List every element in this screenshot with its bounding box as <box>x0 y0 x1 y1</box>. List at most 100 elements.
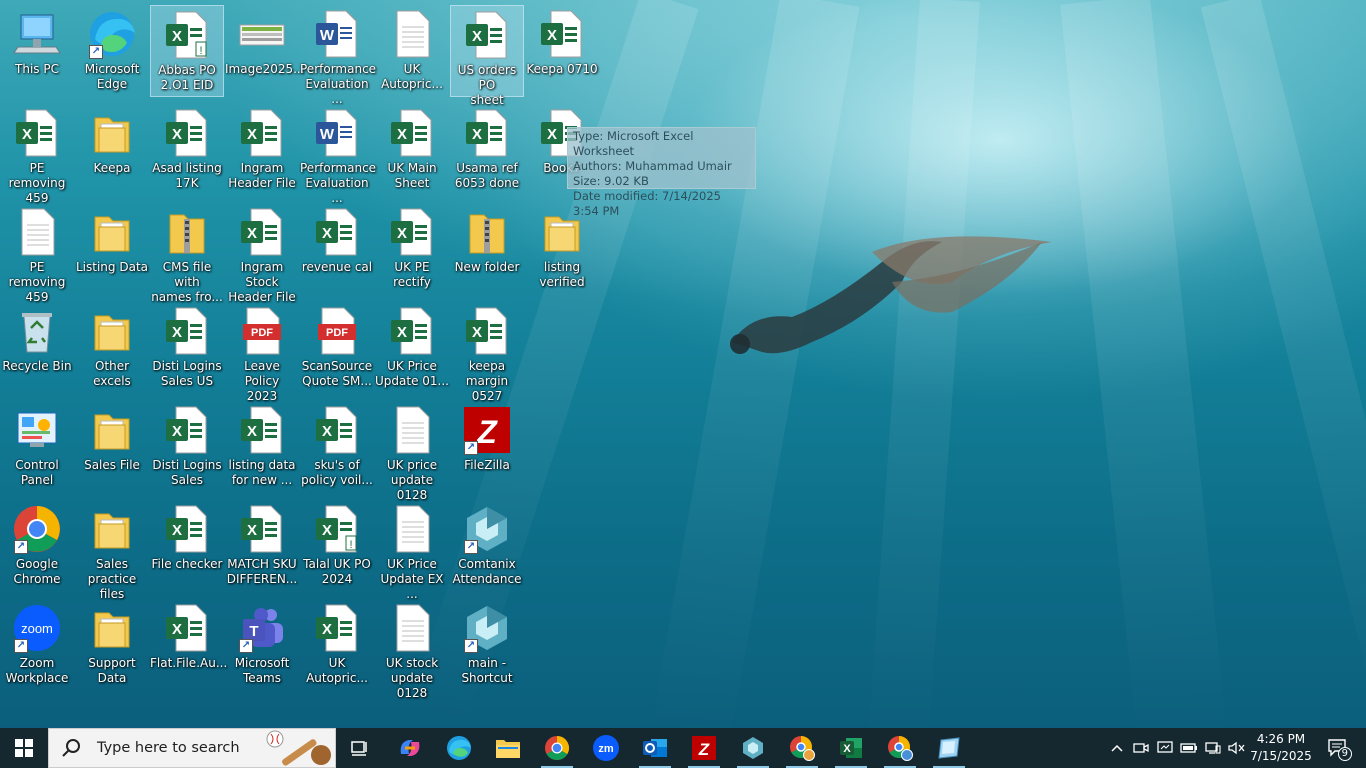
revenue-cal-icon[interactable]: X revenue cal <box>300 203 374 295</box>
uk-autopric-text-icon[interactable]: UK Autopric... <box>375 5 449 97</box>
tray-overflow-button[interactable] <box>1106 728 1128 768</box>
performance-evaluation-word-icon[interactable]: W Performance Evaluation ... <box>300 5 376 106</box>
excel-file-icon: X <box>162 603 212 653</box>
taskbar-file-explorer[interactable] <box>484 728 532 768</box>
microsoft-teams-icon[interactable]: T ↗ Microsoft Teams <box>225 599 299 691</box>
uk-price-update-01-icon[interactable]: X UK Price Update 01... <box>375 302 449 394</box>
abbas-po-icon[interactable]: X! Abbas PO 2.O1 EID <box>150 5 224 97</box>
excel-file-icon: X <box>162 405 212 455</box>
main-shortcut-icon[interactable]: ↗ main - Shortcut <box>450 599 524 691</box>
ingram-header-label: Ingram Header File <box>228 161 296 190</box>
asad-listing-icon[interactable]: X Asad listing 17K <box>150 104 224 196</box>
desktop-wallpaper[interactable]: This PC X PE removing 459 PE removing 45… <box>0 0 1366 728</box>
talal-uk-label: Talal UK PO 2024 <box>303 557 371 586</box>
cms-file-zip-icon[interactable]: CMS file with names fro... <box>150 203 224 304</box>
us-orders-po-icon[interactable]: X US orders PO sheet <box>450 5 524 107</box>
listing-data-new-icon[interactable]: X listing data for new ... <box>225 401 299 493</box>
svg-text:T: T <box>249 623 258 640</box>
taskbar-chrome-profile-2[interactable] <box>876 728 924 768</box>
skus-policy-icon[interactable]: X sku's of policy voil... <box>300 401 374 493</box>
talal-uk-po-icon[interactable]: X! Talal UK PO 2024 <box>300 500 374 592</box>
match-sku-icon[interactable]: X MATCH SKU DIFFEREN... <box>225 500 299 592</box>
excel-file-icon: X <box>162 306 212 356</box>
tray-meet-now[interactable] <box>1130 728 1152 768</box>
taskbar-copilot[interactable] <box>386 728 434 768</box>
chrome-icon: ↗ <box>12 504 62 554</box>
taskbar-outlook[interactable] <box>631 728 679 768</box>
filezilla-icon[interactable]: Z ↗ FileZilla <box>450 401 524 493</box>
uk-price-update-0128-icon[interactable]: UK price update 0128 <box>375 401 449 502</box>
comtanix-hexagon-icon <box>743 737 763 759</box>
keepa-0710-icon[interactable]: X Keepa 0710 <box>525 5 599 97</box>
svg-text:X: X <box>172 28 182 45</box>
comtanix-attendance-icon[interactable]: ↗ Comtanix Attendance <box>450 500 524 592</box>
word-file-icon: W <box>312 9 362 59</box>
filezilla-icon: Z <box>692 736 716 760</box>
task-view-button[interactable] <box>336 728 384 768</box>
ingram-stock-icon[interactable]: X Ingram Stock Header File <box>225 203 299 304</box>
uk-main-sheet-icon[interactable]: X UK Main Sheet <box>375 104 449 196</box>
taskbar-chrome-profile[interactable] <box>778 728 826 768</box>
disti-logins-us-icon[interactable]: X Disti Logins Sales US <box>150 302 224 394</box>
pe-removing-doc-icon[interactable]: PE removing 459 <box>0 203 74 304</box>
microsoft-edge-icon[interactable]: ↗ Microsoft Edge <box>75 5 149 97</box>
uk-main-label: UK Main Sheet <box>387 161 437 190</box>
search-icon <box>62 739 80 757</box>
pe-removing-xlsx-icon[interactable]: X PE removing 459 <box>0 104 74 205</box>
tray-battery[interactable] <box>1178 728 1200 768</box>
folder-icon <box>87 504 137 554</box>
tray-volume[interactable] <box>1226 728 1248 768</box>
taskbar-zoom[interactable]: zm <box>582 728 630 768</box>
performance-evaluation-2-word-icon[interactable]: W Performance Evaluation ... <box>300 104 376 205</box>
uk-stock-update-icon[interactable]: UK stock update 0128 <box>375 599 449 700</box>
shortcut-arrow-icon: ↗ <box>89 45 103 59</box>
scansource-pdf-icon[interactable]: PDF ScanSource Quote SM... <box>300 302 374 394</box>
leave-policy-label: Leave Policy 2023 <box>244 359 280 403</box>
control-panel-icon[interactable]: Control Panel <box>0 401 74 493</box>
word-file-icon: W <box>312 108 362 158</box>
excel-file-icon: X! <box>312 504 362 554</box>
file-checker-icon[interactable]: X File checker <box>150 500 224 592</box>
taskbar-excel[interactable]: X <box>827 728 875 768</box>
zoom-icon: zoom ↗ <box>12 603 62 653</box>
control-panel-label: Control Panel <box>15 458 59 487</box>
disti-logins-sales-icon[interactable]: X Disti Logins Sales <box>150 401 224 493</box>
leave-policy-pdf-icon[interactable]: PDF Leave Policy 2023 <box>225 302 299 403</box>
uk-price-update-ex-icon[interactable]: UK Price Update EX ... <box>375 500 449 601</box>
taskbar-search-box[interactable]: Type here to search <box>48 728 336 768</box>
taskbar-edge[interactable] <box>435 728 483 768</box>
support-data-folder-icon[interactable]: Support Data <box>75 599 149 691</box>
keepa-folder-icon[interactable]: Keepa <box>75 104 149 196</box>
taskbar-chrome[interactable] <box>533 728 581 768</box>
listing-data-folder-icon[interactable]: Listing Data <box>75 203 149 295</box>
tray-display[interactable] <box>1154 728 1176 768</box>
google-chrome-icon[interactable]: ↗ Google Chrome <box>0 500 74 592</box>
taskbar-snipping-tool[interactable] <box>925 728 973 768</box>
svg-text:zoom: zoom <box>21 621 53 636</box>
zoom-workplace-icon[interactable]: zoom ↗ Zoom Workplace <box>0 599 74 691</box>
keepa-margin-icon[interactable]: X keepa margin 0527 <box>450 302 524 403</box>
new-folder-zip-icon[interactable]: New folder <box>450 203 524 295</box>
notifications-button[interactable]: 9 <box>1318 728 1358 768</box>
sales-file-folder-icon[interactable]: Sales File <box>75 401 149 493</box>
ingram-header-icon[interactable]: X Ingram Header File <box>225 104 299 196</box>
svg-text:X: X <box>472 324 482 341</box>
taskbar-comtanix[interactable] <box>729 728 777 768</box>
start-button[interactable] <box>0 728 48 768</box>
uk-pe-rectify-icon[interactable]: X UK PE rectify <box>375 203 449 295</box>
sales-practice-folder-icon[interactable]: Sales practice files <box>75 500 149 601</box>
abbas-po-label: Abbas PO 2.O1 EID <box>158 63 216 92</box>
flat-file-icon[interactable]: X Flat.File.Au... <box>150 599 227 691</box>
taskbar-filezilla[interactable]: Z <box>680 728 728 768</box>
usama-ref-icon[interactable]: X Usama ref 6053 done <box>450 104 524 196</box>
this-pc-icon[interactable]: This PC <box>0 5 74 97</box>
keepa-0710-label: Keepa 0710 <box>526 62 598 76</box>
uk-autopric-2-icon[interactable]: X UK Autopric... <box>300 599 374 691</box>
other-excels-folder-icon[interactable]: Other excels <box>75 302 149 394</box>
taskbar-clock[interactable]: 4:26 PM 7/15/2025 <box>1246 731 1316 765</box>
recycle-bin-icon[interactable]: Recycle Bin <box>0 302 74 394</box>
folder-icon <box>87 306 137 356</box>
image2025-icon[interactable]: Image2025... <box>225 5 305 97</box>
computer-icon <box>12 9 62 59</box>
tray-network[interactable] <box>1202 728 1224 768</box>
